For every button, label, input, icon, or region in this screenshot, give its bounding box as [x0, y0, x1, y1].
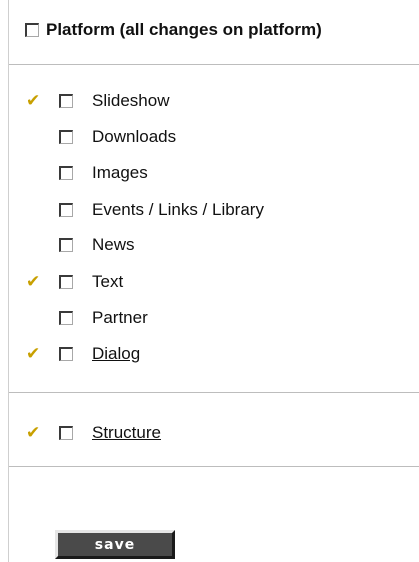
platform-checkbox[interactable] [25, 23, 39, 37]
news-label: News [92, 235, 135, 254]
slideshow-checkbox[interactable] [59, 94, 73, 108]
text-label: Text [92, 272, 124, 291]
text-checkbox[interactable] [59, 275, 73, 289]
dialog-checkbox[interactable] [59, 347, 73, 361]
item-row-images: Images [9, 161, 148, 185]
dialog-link[interactable]: Dialog [92, 344, 140, 364]
permissions-panel: Platform (all changes on platform) ✔ Sli… [8, 0, 419, 562]
partner-checkbox[interactable] [59, 311, 73, 325]
item-row-slideshow: ✔ Slideshow [9, 89, 170, 113]
images-label: Images [92, 163, 148, 182]
divider-bottom [9, 466, 419, 467]
structure-link[interactable]: Structure [92, 423, 161, 443]
item-row-dialog: ✔ Dialog [9, 342, 140, 366]
checkmark-icon: ✔ [26, 272, 41, 291]
save-button[interactable]: save [55, 530, 175, 559]
images-checkbox[interactable] [59, 166, 73, 180]
checkmark-icon: ✔ [26, 91, 41, 110]
downloads-label: Downloads [92, 127, 177, 146]
slideshow-label: Slideshow [92, 91, 170, 110]
news-checkbox[interactable] [59, 238, 73, 252]
downloads-checkbox[interactable] [59, 130, 73, 144]
item-row-partner: Partner [9, 306, 148, 330]
item-row-events-links-library: Events / Links / Library [9, 198, 264, 222]
checkmark-icon: ✔ [26, 423, 41, 442]
divider-middle [9, 392, 419, 393]
platform-row: Platform (all changes on platform) [9, 18, 322, 42]
events-links-library-label: Events / Links / Library [92, 200, 264, 219]
item-row-downloads: Downloads [9, 125, 176, 149]
divider-top [9, 64, 419, 65]
item-row-text: ✔ Text [9, 270, 123, 294]
structure-checkbox[interactable] [59, 426, 73, 440]
platform-label: Platform (all changes on platform) [46, 20, 322, 39]
item-row-news: News [9, 233, 135, 257]
events-links-library-checkbox[interactable] [59, 203, 73, 217]
checkmark-icon: ✔ [26, 344, 41, 363]
item-row-structure: ✔ Structure [9, 421, 161, 445]
partner-label: Partner [92, 308, 148, 327]
